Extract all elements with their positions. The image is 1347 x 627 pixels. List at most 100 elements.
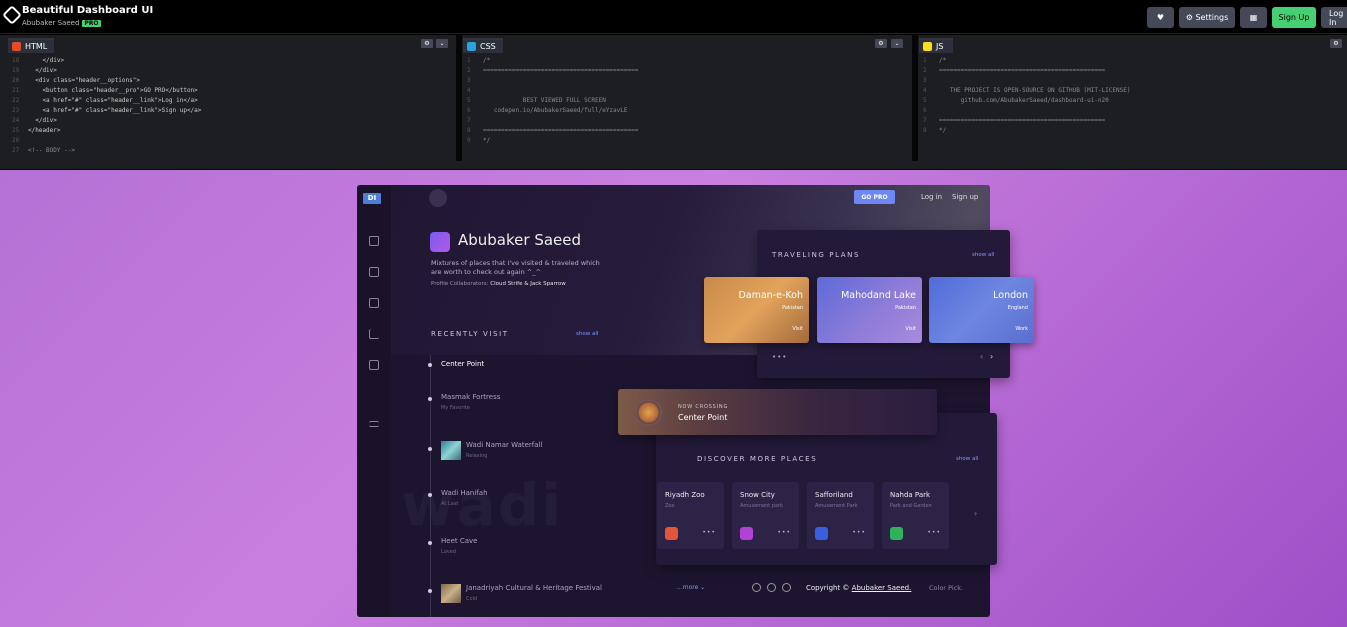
css-settings-icon[interactable]: ⚙: [875, 39, 887, 48]
recent-show-all-link[interactable]: show all: [576, 331, 598, 337]
html-panel-header[interactable]: HTML: [8, 38, 54, 53]
chart-icon[interactable]: [369, 329, 379, 339]
wallet-icon[interactable]: [369, 360, 379, 370]
gear-icon: ⚙: [1185, 13, 1196, 22]
colorpick-logo[interactable]: Color Pick.: [929, 584, 963, 592]
more-options-icon[interactable]: •••: [777, 529, 791, 536]
timeline-item-title[interactable]: Heet Cave: [441, 537, 477, 545]
dribbble-icon[interactable]: [782, 583, 791, 592]
more-options-icon[interactable]: •••: [852, 529, 866, 536]
traveling-show-all-link[interactable]: show all: [972, 252, 994, 258]
css-chevron-down-icon[interactable]: ⌄: [891, 39, 903, 48]
search-icon[interactable]: [429, 189, 447, 207]
place-card[interactable]: London England Work: [929, 277, 1034, 343]
timeline-item-subtitle: At Last: [441, 501, 459, 507]
discover-place-card[interactable]: Nahda Park Park and Garden •••: [882, 482, 949, 549]
timeline-item-subtitle: Relaxing: [466, 453, 488, 459]
js-panel-label: JS: [936, 42, 944, 51]
preview-area: DI GO PRO Log in Sign up Abubaker Saeed …: [0, 170, 1347, 627]
timeline-dot: [428, 363, 432, 367]
heart-icon: ♥: [1156, 13, 1165, 22]
html-chevron-down-icon[interactable]: ⌄: [436, 39, 448, 48]
discover-place-card[interactable]: Snow City Amusement park •••: [732, 482, 799, 549]
login-link[interactable]: Log in: [921, 193, 942, 201]
editor-resize-handle[interactable]: [456, 35, 462, 161]
copyright-author-link[interactable]: Abubaker Saeed.: [852, 584, 912, 592]
timeline-dot: [428, 493, 432, 497]
discover-show-all-link[interactable]: show all: [956, 456, 978, 462]
home-icon[interactable]: [369, 236, 379, 246]
place-tag: Visit: [905, 326, 916, 332]
timeline-item-title[interactable]: Masmak Fortress: [441, 393, 500, 401]
menu-icon[interactable]: [369, 421, 379, 427]
timeline-item-title[interactable]: Center Point: [441, 360, 484, 368]
more-options-icon[interactable]: •••: [702, 529, 716, 536]
html-panel-label: HTML: [25, 42, 48, 51]
login-button[interactable]: Log In: [1321, 7, 1347, 28]
timeline-dot: [428, 447, 432, 451]
timeline-item-title[interactable]: Wadi Hanifah: [441, 489, 488, 497]
github-icon[interactable]: [767, 583, 776, 592]
more-options-icon[interactable]: •••: [772, 353, 787, 361]
discover-places-card: DISCOVER MORE PLACES show all Riyadh Zoo…: [656, 413, 997, 565]
discover-place-card[interactable]: Safforiland Amusement Park •••: [807, 482, 874, 549]
place-category-icon: [890, 527, 903, 540]
twitter-icon[interactable]: [752, 583, 761, 592]
js-lang-icon: [923, 42, 932, 51]
dashboard-sidebar: DI: [357, 185, 391, 617]
now-crossing-place: Center Point: [678, 413, 728, 422]
landmark-icon: [635, 399, 662, 426]
traveling-plans-card: TRAVELING PLANS show all Daman-e-Koh Pak…: [704, 230, 1034, 378]
html-settings-icon[interactable]: ⚙: [421, 39, 433, 48]
css-panel: CSS ⚙ ⌄ 1/* 2 ===========================…: [463, 35, 912, 161]
place-card[interactable]: Daman-e-Koh Pakistan Visit: [704, 277, 809, 343]
chevron-right-icon[interactable]: ›: [974, 509, 977, 518]
go-pro-button[interactable]: GO PRO: [854, 190, 895, 204]
codepen-topbar: Beautiful Dashboard UI Abubaker Saeed PRO…: [0, 0, 1347, 34]
signup-link[interactable]: Sign up: [952, 193, 978, 201]
js-panel-header[interactable]: JS: [919, 38, 953, 53]
more-link[interactable]: ...more ⌄: [677, 584, 705, 591]
place-card[interactable]: Mahodand Lake Pakistan Visit: [817, 277, 922, 343]
css-code[interactable]: 1/* 2 ===================================…: [463, 55, 912, 161]
js-settings-icon[interactable]: ⚙: [1330, 39, 1342, 48]
chevron-right-icon[interactable]: ›: [990, 352, 993, 361]
heart-button[interactable]: ♥: [1147, 7, 1174, 28]
timeline-item-title[interactable]: Wadi Namar Waterfall: [466, 441, 542, 449]
css-lang-icon: [467, 42, 476, 51]
discover-place-card[interactable]: Riyadh Zoo Zoo •••: [657, 482, 724, 549]
now-crossing-card[interactable]: NOW CROSSING Center Point: [618, 389, 937, 435]
js-code[interactable]: 1/* 2 ===================================…: [919, 55, 1347, 161]
project-title[interactable]: Beautiful Dashboard UI: [22, 5, 153, 16]
chevron-left-icon[interactable]: ‹: [980, 352, 983, 361]
gallery-icon[interactable]: [369, 298, 379, 308]
codepen-logo-icon[interactable]: [2, 5, 22, 25]
dashboard-logo[interactable]: DI: [363, 193, 381, 204]
timeline-item-subtitle: Loved: [441, 549, 456, 555]
place-name: Daman-e-Koh: [738, 290, 803, 301]
now-crossing-label: NOW CROSSING: [678, 404, 729, 410]
css-panel-header[interactable]: CSS: [463, 38, 503, 53]
html-panel: HTML ⚙ ⌄ 18 </div> 19 </div> 20 <div cla…: [8, 35, 455, 161]
author-name[interactable]: Abubaker Saeed: [22, 19, 79, 27]
place-tag: Visit: [792, 326, 803, 332]
discover-place-type: Amusement Park: [815, 503, 858, 509]
discover-place-name: Nahda Park: [890, 491, 931, 499]
collab-names[interactable]: Cloud Strife & Jack Sparrow: [490, 281, 565, 287]
timeline-dot: [428, 397, 432, 401]
timeline-item-title[interactable]: Janadriyah Cultural & Heritage Festival: [466, 584, 602, 592]
pro-badge: PRO: [82, 20, 101, 27]
signup-button[interactable]: Sign Up: [1272, 7, 1316, 28]
more-options-icon[interactable]: •••: [927, 529, 941, 536]
background-word: wadi: [401, 471, 563, 539]
place-country: Pakistan: [895, 305, 916, 311]
editor-resize-handle[interactable]: [912, 35, 918, 161]
html-code[interactable]: 18 </div> 19 </div> 20 <div class="heade…: [8, 55, 455, 161]
layout-button[interactable]: ▦: [1240, 7, 1267, 28]
code-editors: HTML ⚙ ⌄ 18 </div> 19 </div> 20 <div cla…: [0, 35, 1347, 169]
calendar-icon[interactable]: [369, 267, 379, 277]
css-panel-label: CSS: [480, 42, 496, 51]
settings-button[interactable]: ⚙ Settings: [1179, 7, 1235, 28]
discover-title: DISCOVER MORE PLACES: [697, 455, 818, 463]
collab-label: Profile Collaborators:: [431, 281, 489, 287]
